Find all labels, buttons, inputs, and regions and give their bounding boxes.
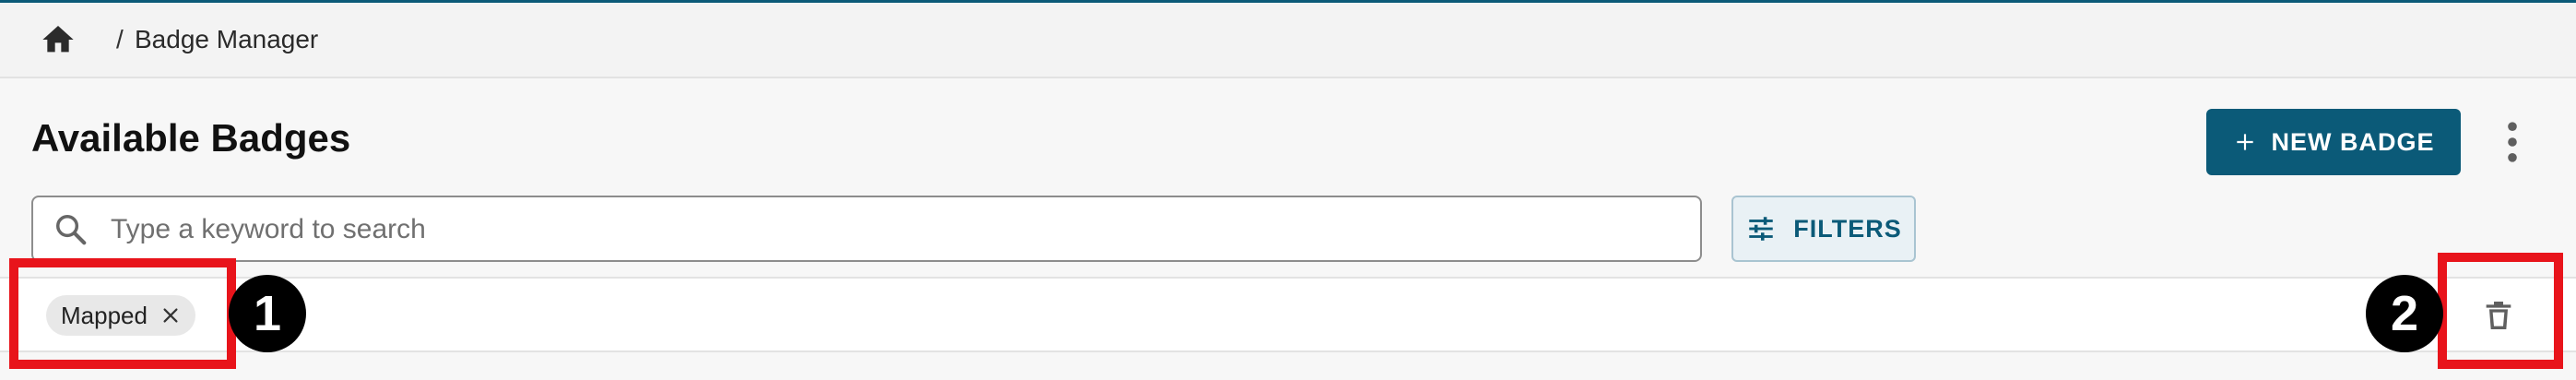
search-input[interactable]: [109, 205, 1680, 255]
plus-icon: [2236, 134, 2253, 150]
annotation-number-1: 1: [229, 275, 306, 352]
search-icon: [56, 215, 87, 245]
new-badge-label: NEW BADGE: [2271, 127, 2435, 156]
page-title: Available Badges: [31, 116, 351, 160]
annotation-number-2: 2: [2366, 275, 2443, 352]
breadcrumb: / Badge Manager: [0, 3, 2576, 78]
search-field[interactable]: [31, 196, 1702, 262]
sliders-icon: [1749, 217, 1773, 241]
annotation-box-1: [9, 258, 236, 369]
annotation-box-2: [2438, 253, 2563, 369]
filters-label: FILTERS: [1793, 214, 1902, 243]
new-badge-button[interactable]: NEW BADGE: [2206, 109, 2461, 175]
active-filters-bar: Mapped: [0, 277, 2576, 352]
breadcrumb-separator: /: [116, 25, 124, 53]
home-icon[interactable]: [39, 21, 77, 58]
breadcrumb-current-page: Badge Manager: [135, 25, 319, 53]
more-vertical-icon[interactable]: [2499, 120, 2526, 164]
filters-button[interactable]: FILTERS: [1731, 196, 1916, 262]
